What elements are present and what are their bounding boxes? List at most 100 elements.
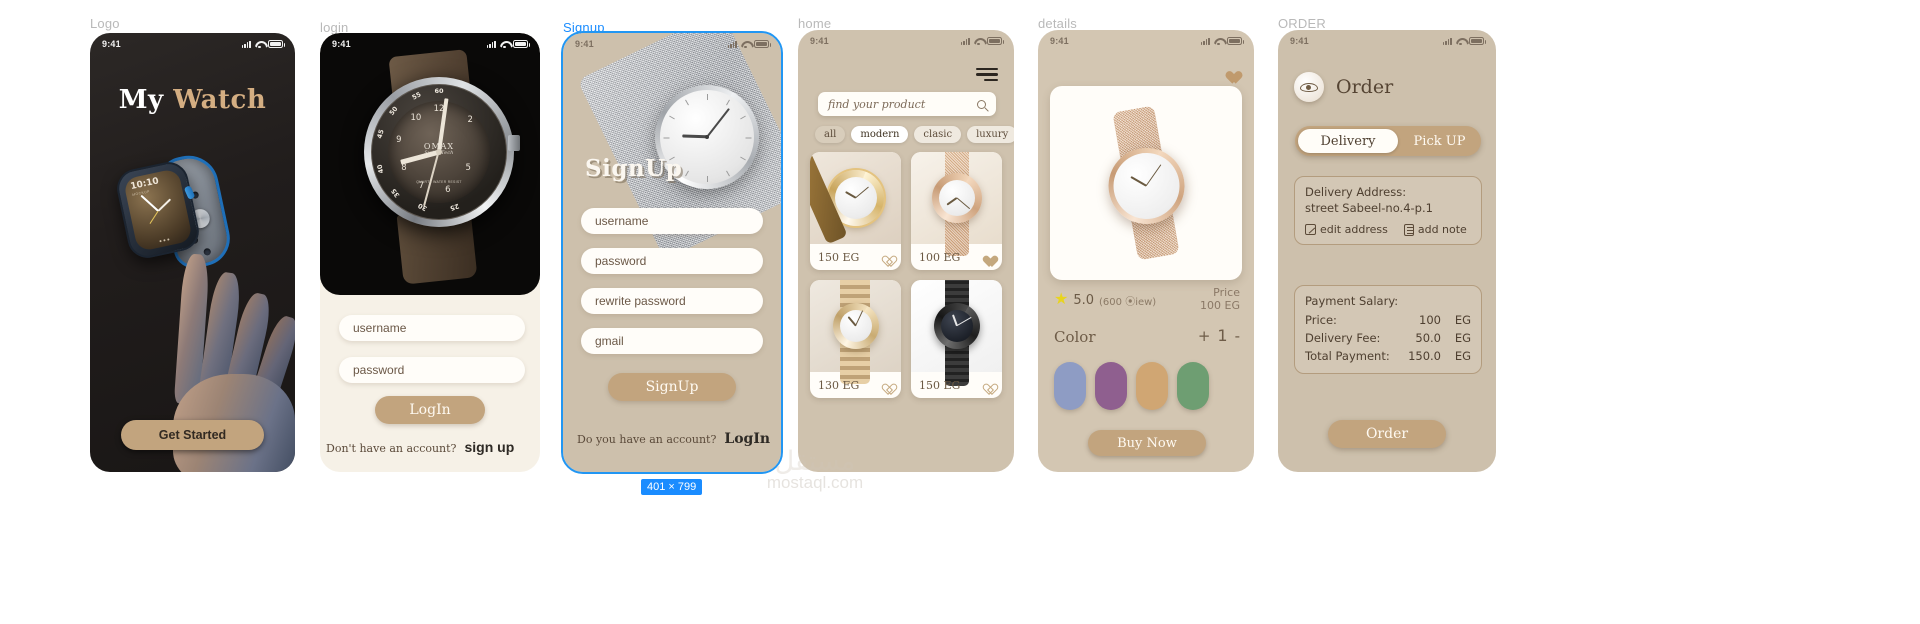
quantity-minus-button[interactable]: - [1235, 327, 1240, 345]
signup-email-input[interactable] [595, 334, 749, 348]
product-price: 150 EG [818, 250, 860, 264]
color-label: Color [1054, 328, 1096, 346]
product-card[interactable]: 150 EG [810, 152, 901, 270]
signup-rewrite-password-field[interactable] [581, 288, 763, 314]
payment-row: Delivery Fee: 50.0 EG [1305, 330, 1471, 348]
battery-icon [987, 37, 1004, 45]
signup-username-field[interactable] [581, 208, 763, 234]
filter-chip-luxury[interactable]: luxury [967, 126, 1014, 143]
signal-icon [1200, 37, 1210, 45]
status-icons [241, 40, 285, 49]
wifi-icon [974, 38, 983, 46]
delivery-method-toggle[interactable]: Delivery Pick UP [1295, 126, 1481, 156]
signup-password-field[interactable] [581, 248, 763, 274]
status-icons [1200, 37, 1244, 46]
hamburger-menu-icon[interactable] [976, 68, 998, 82]
signup-email-field[interactable] [581, 328, 763, 354]
edit-address-label: edit address [1320, 223, 1388, 236]
payment-row: Price: 100 EG [1305, 312, 1471, 330]
signup-rewrite-password-input[interactable] [595, 294, 749, 308]
add-note-button[interactable]: add note [1403, 223, 1467, 236]
product-card[interactable]: 150 EG [911, 280, 1002, 398]
rating-views: (600 ⦿iew) [1099, 296, 1157, 308]
battery-icon [513, 40, 530, 48]
price-label: Price [1213, 286, 1240, 299]
color-swatch-purple[interactable] [1095, 362, 1127, 410]
color-swatch-tan[interactable] [1136, 362, 1168, 410]
battery-icon [1469, 37, 1486, 45]
color-swatch-blue[interactable] [1054, 362, 1086, 410]
product-price: 100 EG [919, 250, 961, 264]
frame-label-order: ORDER [1278, 16, 1326, 31]
add-note-label: add note [1417, 223, 1467, 236]
product-image [810, 152, 901, 245]
favorite-heart-icon[interactable] [980, 379, 994, 392]
search-input[interactable]: find your product [818, 92, 996, 116]
favorite-heart-icon[interactable] [879, 379, 893, 392]
payment-summary-panel: Payment Salary: Price: 100 EG Delivery F… [1294, 285, 1482, 375]
sign-up-link[interactable]: sign up [464, 439, 514, 455]
address-line: street Sabeel-no.4-p.1 [1305, 201, 1433, 215]
status-bar: 9:41 [90, 33, 295, 55]
status-bar: 9:41 [1278, 30, 1496, 52]
product-footer: 150 EG [810, 244, 901, 270]
battery-icon [754, 40, 771, 48]
status-icons [486, 40, 530, 49]
signup-button[interactable]: SignUp [608, 373, 736, 401]
login-link[interactable]: LogIn [724, 431, 770, 447]
tab-pickup[interactable]: Pick UP [1398, 134, 1481, 149]
get-started-button[interactable]: Get Started [121, 420, 264, 450]
product-card[interactable]: 100 EG [911, 152, 1002, 270]
password-field[interactable] [339, 357, 525, 383]
status-time: 9:41 [810, 36, 829, 46]
wifi-icon [741, 41, 750, 49]
payment-currency: EG [1454, 348, 1471, 363]
order-button[interactable]: Order [1328, 420, 1446, 448]
page-title: Order [1336, 76, 1394, 98]
product-card[interactable]: 130 EG [810, 280, 901, 398]
price-value: 100 EG [1200, 299, 1240, 312]
signal-icon [1442, 37, 1452, 45]
password-input[interactable] [353, 363, 511, 377]
favorite-heart-icon[interactable] [980, 251, 994, 264]
username-input[interactable] [353, 321, 511, 335]
title-word-watch: Watch [173, 85, 267, 115]
username-field[interactable] [339, 315, 525, 341]
screen-home[interactable]: 9:41 find your product all modern clasic… [798, 30, 1014, 472]
color-swatch-green[interactable] [1177, 362, 1209, 410]
wifi-icon [1456, 38, 1465, 46]
screen-order[interactable]: 9:41 Order Delivery Pick UP Delivery Add… [1278, 30, 1496, 472]
wifi-icon [255, 41, 264, 49]
favorite-heart-icon[interactable] [879, 251, 893, 264]
payment-title: Payment Salary: [1305, 294, 1399, 308]
rating: ★ 5.0 (600 ⦿iew) [1054, 292, 1156, 308]
screen-signup[interactable]: 9:41 SignUp username gmail SignUp Do you… [561, 31, 783, 474]
signup-username-input[interactable] [595, 214, 749, 228]
favorite-heart-icon[interactable] [1222, 66, 1238, 81]
screen-details[interactable]: 9:41 ★ 5.0 (600 ⦿iew) Price 100 EG Color… [1038, 30, 1254, 472]
search-placeholder: find your product [828, 97, 926, 111]
watch-caption: QUARTZ WATER RESIST [416, 180, 462, 185]
search-icon[interactable] [977, 99, 986, 109]
filter-chip-all[interactable]: all [815, 126, 846, 143]
payment-currency: EG [1454, 330, 1471, 345]
price-block: Price 100 EG [1200, 286, 1240, 312]
product-grid: 150 EG 100 EG 130 EG 150 EG [810, 152, 1002, 398]
buy-now-button[interactable]: Buy Now [1088, 430, 1206, 456]
edit-address-button[interactable]: edit address [1305, 223, 1388, 236]
quantity-value: 1 [1217, 326, 1228, 345]
product-hero-image [1050, 86, 1242, 280]
wifi-icon [500, 41, 509, 49]
filter-chips: all modern clasic luxury [815, 126, 1014, 143]
quantity-stepper[interactable]: + 1 - [1198, 326, 1240, 345]
quantity-plus-button[interactable]: + [1198, 327, 1211, 345]
signup-footer-text: Do you have an account? [577, 433, 717, 446]
login-button[interactable]: LogIn [375, 396, 485, 424]
signup-password-input[interactable] [595, 254, 749, 268]
screen-login[interactable]: 9:41 60 55 50 45 40 35 30 25 12 10 9 8 7… [320, 33, 540, 472]
user-avatar[interactable] [1294, 72, 1324, 102]
tab-delivery[interactable]: Delivery [1298, 129, 1398, 153]
filter-chip-modern[interactable]: modern [851, 126, 909, 143]
filter-chip-clasic[interactable]: clasic [914, 126, 962, 143]
screen-logo[interactable]: 9:41 My Watch 10:10 MOCKUP Get Started [90, 33, 295, 472]
